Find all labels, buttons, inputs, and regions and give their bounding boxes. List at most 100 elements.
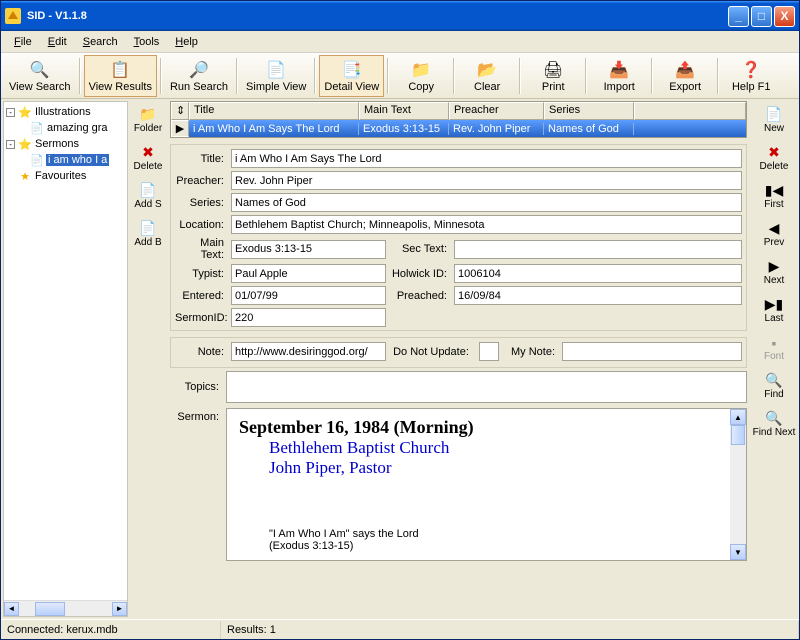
preacher-field[interactable] [231, 171, 742, 190]
detail-view-button[interactable]: 📑Detail View [319, 55, 384, 97]
delete-x-icon: ✖ [142, 144, 154, 161]
prev-icon: ◀ [769, 220, 780, 237]
maximize-button[interactable]: □ [751, 6, 772, 27]
label-maintext: Main Text: [175, 237, 227, 261]
star-icon: ★ [18, 170, 32, 183]
export-button[interactable]: 📤Export [656, 55, 714, 97]
help-icon: ❓ [741, 60, 761, 80]
window-title: SID - V1.1.8 [27, 10, 728, 22]
page-search-icon: 📑 [342, 60, 362, 80]
last-button[interactable]: ▶▮Last [750, 291, 798, 329]
simple-view-button[interactable]: 📄Simple View [241, 55, 311, 97]
label-preached: Preached: [390, 290, 450, 302]
add-s-button[interactable]: 📄Add S [129, 177, 167, 215]
scroll-up-icon[interactable]: ▲ [730, 409, 746, 425]
tree-illustrations[interactable]: -⭐Illustrations [6, 104, 125, 120]
donotupdate-field[interactable] [479, 342, 499, 361]
grid-col-title[interactable]: Title [189, 102, 359, 120]
font-button[interactable]: ▪Font [750, 329, 798, 367]
menu-file[interactable]: File [7, 34, 39, 50]
mynote-field[interactable] [562, 342, 742, 361]
topics-field[interactable] [226, 371, 747, 403]
page-icon: 📄 [266, 60, 286, 80]
grid-col-maintext[interactable]: Main Text [359, 102, 449, 120]
label-entered: Entered: [175, 290, 227, 302]
row-marker-icon: ▶ [171, 120, 189, 137]
sermon-text[interactable]: September 16, 1984 (Morning) Bethlehem B… [226, 408, 747, 561]
page-icon: 📄 [30, 122, 44, 135]
statusbar: Connected: kerux.mdb Results: 1 [1, 619, 799, 639]
title-field[interactable] [231, 149, 742, 168]
preached-field[interactable] [454, 286, 742, 305]
scroll-left-icon[interactable]: ◄ [4, 602, 19, 616]
grid-col-empty [634, 102, 746, 120]
scroll-right-icon[interactable]: ► [112, 602, 127, 616]
scroll-down-icon[interactable]: ▼ [730, 544, 746, 560]
next-button[interactable]: ▶Next [750, 253, 798, 291]
first-button[interactable]: ▮◀First [750, 177, 798, 215]
folder-icon: 📁 [411, 60, 431, 80]
tree-amazing[interactable]: 📄amazing gra [6, 120, 125, 136]
sermon-vscrollbar[interactable]: ▲ ▼ [730, 409, 746, 560]
clear-button[interactable]: 📂Clear [458, 55, 516, 97]
sermon-subhead-2: John Piper, Pastor [269, 458, 734, 478]
label-sectext: Sec Text: [390, 243, 450, 255]
tree-hscrollbar[interactable]: ◄ ► [4, 600, 127, 616]
close-button[interactable]: X [774, 6, 795, 27]
note-field[interactable] [231, 342, 386, 361]
menu-search[interactable]: Search [76, 34, 125, 50]
new-button[interactable]: 📄New [750, 101, 798, 139]
tree-sermons[interactable]: -⭐Sermons [6, 136, 125, 152]
folder-action-button[interactable]: 📁Folder [129, 101, 167, 139]
find-next-button[interactable]: 🔍Find Next [750, 405, 798, 443]
series-field[interactable] [231, 193, 742, 212]
status-connected: Connected: kerux.mdb [1, 621, 221, 639]
typist-field[interactable] [231, 264, 386, 283]
run-search-button[interactable]: 🔎Run Search [165, 55, 233, 97]
import-button[interactable]: 📥Import [590, 55, 648, 97]
sermon-line-2: (Exodus 3:13-15) [269, 540, 734, 552]
import-icon: 📥 [609, 60, 629, 80]
help-button[interactable]: ❓Help F1 [722, 55, 780, 97]
sectext-field[interactable] [454, 240, 742, 259]
prev-button[interactable]: ◀Prev [750, 215, 798, 253]
tree-pane: -⭐Illustrations 📄amazing gra -⭐Sermons 📄… [3, 101, 128, 617]
view-search-button[interactable]: 🔍View Search [4, 55, 76, 97]
grid-cell-series: Names of God [544, 123, 634, 135]
menu-edit[interactable]: Edit [41, 34, 74, 50]
entered-field[interactable] [231, 286, 386, 305]
magnifier-go-icon: 🔎 [189, 60, 209, 80]
delete-tree-button[interactable]: ✖Delete [129, 139, 167, 177]
find-icon: 🔍 [765, 372, 782, 389]
sermonid-field[interactable] [231, 308, 386, 327]
maintext-field[interactable] [231, 240, 386, 259]
minimize-button[interactable]: _ [728, 6, 749, 27]
label-location: Location: [175, 219, 227, 231]
menu-help[interactable]: Help [168, 34, 205, 50]
copy-button[interactable]: 📁Copy [392, 55, 450, 97]
delete-button[interactable]: ✖Delete [750, 139, 798, 177]
find-button[interactable]: 🔍Find [750, 367, 798, 405]
label-preacher: Preacher: [175, 175, 227, 187]
print-button[interactable]: 🖨Print [524, 55, 582, 97]
tree-selected-sermon[interactable]: 📄i am who I a [6, 152, 125, 168]
grid-row-selected[interactable]: ▶ i Am Who I Am Says The Lord Exodus 3:1… [171, 120, 746, 137]
tree-favourites[interactable]: ★Favourites [6, 168, 125, 184]
titlebar: SID - V1.1.8 _ □ X [1, 1, 799, 31]
detail-form: Title: Preacher: Series: Location: Main … [170, 144, 747, 331]
grid-col-series[interactable]: Series [544, 102, 634, 120]
toolbar: 🔍View Search 📋View Results 🔎Run Search 📄… [1, 53, 799, 99]
holwick-field[interactable] [454, 264, 742, 283]
next-icon: ▶ [769, 258, 780, 275]
menu-tools[interactable]: Tools [127, 34, 167, 50]
location-field[interactable] [231, 215, 742, 234]
label-sermon: Sermon: [170, 408, 222, 423]
grid-col-preacher[interactable]: Preacher [449, 102, 544, 120]
grid-cell-title: i Am Who I Am Says The Lord [189, 123, 359, 135]
results-grid[interactable]: ⇕ Title Main Text Preacher Series ▶ i Am… [170, 101, 747, 138]
font-icon: ▪ [772, 335, 777, 351]
label-sermonid: SermonID: [175, 312, 227, 324]
add-b-button[interactable]: 📄Add B [129, 215, 167, 253]
view-results-button[interactable]: 📋View Results [84, 55, 157, 97]
grid-handle[interactable]: ⇕ [171, 102, 189, 120]
